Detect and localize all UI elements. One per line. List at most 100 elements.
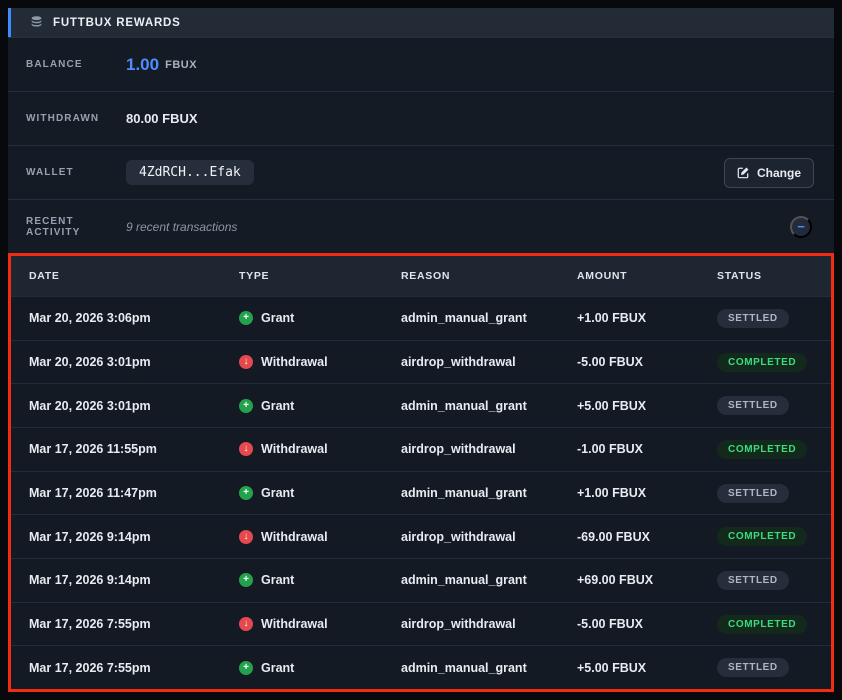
tx-status-cell: SETTLED — [699, 309, 831, 328]
tx-amount: -5.00 FBUX — [559, 355, 699, 369]
table-row: Mar 17, 2026 7:55pm + Grant admin_manual… — [11, 645, 831, 689]
status-badge: COMPLETED — [717, 615, 807, 634]
column-header-status: STATUS — [699, 270, 831, 282]
activity-summary: 9 recent transactions — [126, 220, 237, 234]
withdrawal-icon: ↓ — [239, 442, 253, 456]
tx-type-cell: ↓ Withdrawal — [221, 530, 383, 544]
wallet-address: 4ZdRCH...Efak — [126, 160, 254, 185]
table-row: Mar 17, 2026 9:14pm + Grant admin_manual… — [11, 558, 831, 602]
status-badge: COMPLETED — [717, 527, 807, 546]
table-row: Mar 17, 2026 9:14pm ↓ Withdrawal airdrop… — [11, 514, 831, 558]
withdrawn-row: WITHDRAWN 80.00 FBUX — [8, 91, 834, 145]
column-header-type: TYPE — [221, 270, 383, 282]
column-header-date: DATE — [11, 270, 221, 282]
tx-reason: airdrop_withdrawal — [383, 617, 559, 631]
wallet-label: WALLET — [8, 167, 126, 178]
recent-activity-row: RECENT ACTIVITY 9 recent transactions − — [8, 199, 834, 253]
transactions-header: DATE TYPE REASON AMOUNT STATUS — [11, 256, 831, 296]
tx-type: Withdrawal — [261, 530, 328, 544]
tx-reason: admin_manual_grant — [383, 486, 559, 500]
tx-type: Grant — [261, 486, 294, 500]
tx-type-cell: + Grant — [221, 399, 383, 413]
status-badge: COMPLETED — [717, 440, 807, 459]
status-badge: SETTLED — [717, 571, 789, 590]
tx-amount: +69.00 FBUX — [559, 573, 699, 587]
tx-amount: +5.00 FBUX — [559, 661, 699, 675]
panel-header: FUTTBUX REWARDS — [8, 8, 834, 37]
withdrawal-icon: ↓ — [239, 617, 253, 631]
tx-amount: +1.00 FBUX — [559, 486, 699, 500]
minus-icon: − — [797, 219, 805, 234]
edit-icon — [737, 166, 750, 179]
tx-type: Withdrawal — [261, 355, 328, 369]
tx-amount: -69.00 FBUX — [559, 530, 699, 544]
tx-type-cell: ↓ Withdrawal — [221, 442, 383, 456]
tx-status-cell: SETTLED — [699, 571, 831, 590]
balance-value: 1.00 — [126, 55, 159, 75]
tx-amount: -5.00 FBUX — [559, 617, 699, 631]
tx-status-cell: SETTLED — [699, 658, 831, 677]
tx-status-cell: COMPLETED — [699, 527, 831, 546]
tx-status-cell: COMPLETED — [699, 440, 831, 459]
table-row: Mar 20, 2026 3:01pm ↓ Withdrawal airdrop… — [11, 340, 831, 384]
transactions-table: DATE TYPE REASON AMOUNT STATUS Mar 20, 2… — [8, 253, 834, 692]
tx-date: Mar 17, 2026 7:55pm — [11, 617, 221, 631]
tx-date: Mar 17, 2026 11:55pm — [11, 442, 221, 456]
balance-row: BALANCE 1.00 FBUX — [8, 37, 834, 91]
tx-amount: +1.00 FBUX — [559, 311, 699, 325]
tx-type: Grant — [261, 661, 294, 675]
column-header-reason: REASON — [383, 270, 559, 282]
status-badge: SETTLED — [717, 309, 789, 328]
wallet-row: WALLET 4ZdRCH...Efak Change — [8, 145, 834, 199]
grant-icon: + — [239, 661, 253, 675]
tx-date: Mar 17, 2026 11:47pm — [11, 486, 221, 500]
grant-icon: + — [239, 311, 253, 325]
tx-type: Grant — [261, 311, 294, 325]
tx-type-cell: + Grant — [221, 661, 383, 675]
tx-type: Withdrawal — [261, 442, 328, 456]
panel-title: FUTTBUX REWARDS — [53, 17, 181, 29]
tx-type: Grant — [261, 573, 294, 587]
tx-date: Mar 20, 2026 3:01pm — [11, 355, 221, 369]
status-badge: SETTLED — [717, 484, 789, 503]
status-badge: COMPLETED — [717, 353, 807, 372]
tx-reason: admin_manual_grant — [383, 573, 559, 587]
tx-date: Mar 20, 2026 3:01pm — [11, 399, 221, 413]
tx-amount: +5.00 FBUX — [559, 399, 699, 413]
rewards-page: FUTTBUX REWARDS BALANCE 1.00 FBUX WITHDR… — [0, 0, 842, 700]
tx-date: Mar 20, 2026 3:06pm — [11, 311, 221, 325]
tx-status-cell: SETTLED — [699, 396, 831, 415]
column-header-amount: AMOUNT — [559, 270, 699, 282]
tx-type: Grant — [261, 399, 294, 413]
tx-type: Withdrawal — [261, 617, 328, 631]
tx-reason: admin_manual_grant — [383, 661, 559, 675]
status-badge: SETTLED — [717, 658, 789, 677]
tx-reason: admin_manual_grant — [383, 399, 559, 413]
balance-label: BALANCE — [8, 59, 126, 70]
withdrawn-label: WITHDRAWN — [8, 113, 126, 124]
collapse-activity-button[interactable]: − — [790, 216, 812, 238]
balance-unit: FBUX — [165, 59, 197, 71]
tx-type-cell: + Grant — [221, 311, 383, 325]
status-badge: SETTLED — [717, 396, 789, 415]
tx-date: Mar 17, 2026 9:14pm — [11, 573, 221, 587]
tx-reason: admin_manual_grant — [383, 311, 559, 325]
coins-icon — [29, 15, 44, 30]
grant-icon: + — [239, 399, 253, 413]
change-button-label: Change — [757, 166, 801, 180]
tx-status-cell: SETTLED — [699, 484, 831, 503]
grant-icon: + — [239, 573, 253, 587]
tx-date: Mar 17, 2026 9:14pm — [11, 530, 221, 544]
withdrawn-value: 80.00 FBUX — [126, 111, 198, 126]
tx-type-cell: ↓ Withdrawal — [221, 617, 383, 631]
table-row: Mar 20, 2026 3:06pm + Grant admin_manual… — [11, 296, 831, 340]
change-wallet-button[interactable]: Change — [724, 158, 814, 188]
tx-type-cell: ↓ Withdrawal — [221, 355, 383, 369]
recent-activity-label: RECENT ACTIVITY — [8, 216, 126, 238]
tx-status-cell: COMPLETED — [699, 615, 831, 634]
table-row: Mar 17, 2026 7:55pm ↓ Withdrawal airdrop… — [11, 602, 831, 646]
tx-type-cell: + Grant — [221, 486, 383, 500]
tx-reason: airdrop_withdrawal — [383, 442, 559, 456]
tx-reason: airdrop_withdrawal — [383, 355, 559, 369]
table-row: Mar 17, 2026 11:47pm + Grant admin_manua… — [11, 471, 831, 515]
